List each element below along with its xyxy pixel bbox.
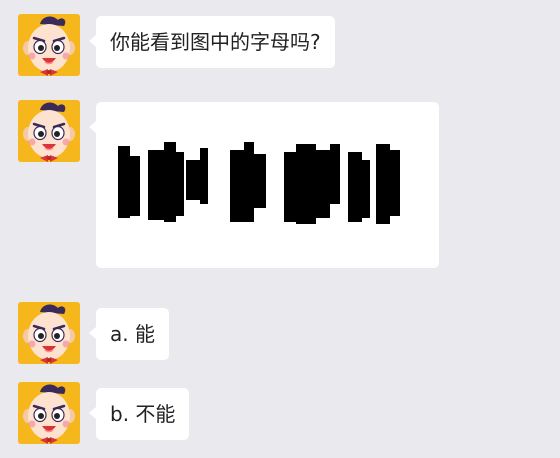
option-a-bubble[interactable]: a. 能: [89, 308, 169, 360]
message-text: b. 不能: [110, 402, 176, 426]
option-b-bubble[interactable]: b. 不能: [88, 388, 190, 440]
message-bubble[interactable]: 你能看到图中的字母吗?: [89, 16, 335, 68]
letter-puzzle-image: [118, 142, 400, 224]
avatar[interactable]: [18, 382, 80, 444]
cartoon-boy-icon: [21, 101, 77, 162]
cartoon-boy-icon: [21, 383, 77, 444]
cartoon-boy-icon: [21, 15, 77, 76]
message-text: a. 能: [110, 322, 155, 346]
avatar[interactable]: [18, 14, 80, 76]
chat-window: 你能看到图中的字母吗? a. 能 b. 不能: [0, 0, 560, 458]
message-text: 你能看到图中的字母吗?: [110, 30, 321, 54]
avatar[interactable]: [18, 100, 80, 162]
cartoon-boy-icon: [21, 303, 77, 364]
image-message-bubble[interactable]: [89, 102, 439, 268]
avatar[interactable]: [18, 302, 80, 364]
